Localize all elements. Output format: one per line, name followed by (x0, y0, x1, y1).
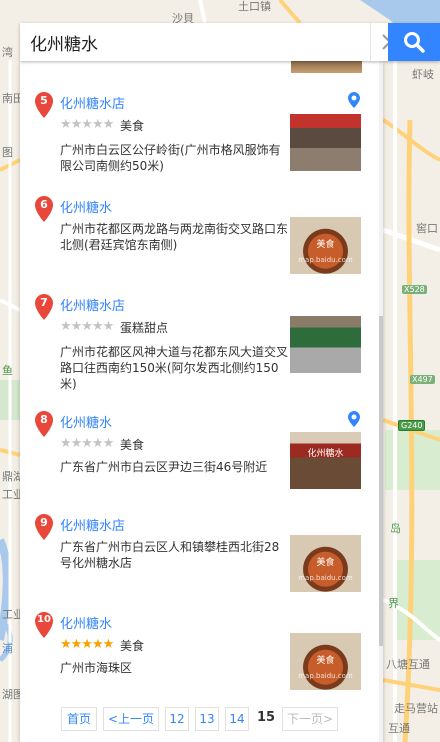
results-panel[interactable]: 5 化州糖水店 ★★★★★ 美食 广州市白云区公仔岭街(广州市格风服饰有限公司南… (20, 61, 383, 742)
road-shield: X497 (410, 375, 435, 384)
scrollbar-thumb[interactable] (379, 316, 383, 646)
search-button[interactable] (388, 23, 440, 61)
map-label: 八塘互通 (386, 658, 430, 671)
first-page-button[interactable]: 首页 (61, 707, 97, 731)
result-thumbnail[interactable] (290, 316, 361, 373)
result-item[interactable]: 5 化州糖水店 ★★★★★ 美食 广州市白云区公仔岭街(广州市格风服饰有限公司南… (20, 92, 379, 192)
road-shield: X528 (402, 285, 427, 294)
result-marker: 8 (35, 411, 53, 437)
result-category: 美食 (120, 438, 145, 452)
result-name[interactable]: 化州糖水店 (60, 515, 125, 534)
result-marker: 6 (35, 196, 53, 222)
map-label: 浦 (2, 642, 13, 655)
rating-stars: ★★★★★ (60, 319, 114, 334)
result-address: 广东省广州市白云区人和镇攀桂西北街28号化州糖水店 (60, 540, 280, 570)
page-button[interactable]: 13 (195, 707, 219, 731)
result-marker: 10 (35, 612, 53, 638)
search-input[interactable] (20, 23, 358, 61)
result-thumbnail[interactable]: 化州糖水 (290, 432, 361, 489)
prev-page-button[interactable]: <上一页 (103, 707, 159, 731)
result-category: 美食 (120, 639, 145, 653)
result-name[interactable]: 化州糖水店 (60, 93, 125, 112)
result-item[interactable]: 9 化州糖水店 广东省广州市白云区人和镇攀桂西北街28号化州糖水店 美食 map… (20, 514, 379, 609)
map-label: 土口镇 (238, 0, 271, 13)
result-item[interactable]: 6 化州糖水 广州市花都区两龙路与两龙南街交叉路口东北侧(君廷宾馆东南侧) 美食… (20, 196, 379, 291)
map-label: 虾岐 (412, 68, 434, 81)
scrollbar[interactable] (379, 61, 383, 742)
result-item[interactable]: 7 化州糖水店 ★★★★★ 蛋糕甜点 广州市花都区风神大道与花都东风大道交叉路口… (20, 294, 379, 404)
road-shield: G240 (398, 420, 426, 431)
result-marker: 9 (35, 514, 53, 540)
result-thumbnail[interactable] (290, 114, 361, 171)
result-address: 广州市海珠区 (60, 661, 133, 675)
result-thumbnail[interactable]: 美食 map.baidu.com (290, 535, 361, 592)
map-label: 窖口 (416, 222, 438, 235)
result-category: 蛋糕甜点 (120, 321, 169, 335)
result-name[interactable]: 化州糖水 (60, 197, 112, 216)
map-label: 走马营站 (394, 702, 438, 715)
result-thumbnail (291, 61, 362, 73)
map-label: 鱼 (2, 364, 13, 377)
result-marker: 7 (35, 294, 53, 320)
next-page-button[interactable]: 下一页> (282, 707, 338, 731)
search-box (20, 23, 440, 61)
location-pin-icon[interactable] (348, 92, 360, 108)
result-item[interactable]: 8 化州糖水 ★★★★★ 美食 广东省广州市白云区尹边三街46号附近 化州糖水 (20, 411, 379, 511)
result-address: 广州市白云区公仔岭街(广州市格风服饰有限公司南侧约50米) (60, 143, 281, 173)
search-icon (404, 32, 425, 53)
result-name[interactable]: 化州糖水 (60, 412, 112, 431)
page-button[interactable]: 14 (225, 707, 249, 731)
map-label: 图 (2, 146, 13, 159)
rating-stars: ★★★★★ (60, 637, 114, 652)
pagination: 首页 <上一页 12 13 14 15 下一页> (20, 707, 379, 731)
location-pin-icon[interactable] (348, 411, 360, 427)
current-page: 15 (256, 710, 276, 725)
result-thumbnail[interactable]: 美食 map.baidu.com (290, 633, 361, 690)
map-label: 互通 (388, 722, 410, 735)
map-label: 界 (388, 597, 399, 610)
result-thumbnail[interactable]: 美食 map.baidu.com (290, 217, 361, 274)
rating-stars: ★★★★★ (60, 436, 114, 451)
result-address: 广州市花都区两龙路与两龙南街交叉路口东北侧(君廷宾馆东南侧) (60, 222, 289, 252)
result-name[interactable]: 化州糖水 (60, 613, 112, 632)
previous-result-partial (20, 61, 383, 73)
map-label: 湾 (2, 46, 13, 59)
result-name[interactable]: 化州糖水店 (60, 295, 125, 314)
map-label: 岛 (390, 522, 401, 535)
result-address: 广东省广州市白云区尹边三街46号附近 (60, 460, 268, 474)
result-address: 广州市花都区风神大道与花都东风大道交叉路口往西南约150米(阿尔发西北侧约150… (60, 345, 289, 391)
result-category: 美食 (120, 119, 145, 133)
result-marker: 5 (35, 92, 53, 118)
page-button[interactable]: 12 (165, 707, 189, 731)
rating-stars: ★★★★★ (60, 117, 114, 132)
result-item[interactable]: 10 化州糖水 ★★★★★ 美食 广州市海珠区 美食 map.baidu.com (20, 612, 379, 707)
